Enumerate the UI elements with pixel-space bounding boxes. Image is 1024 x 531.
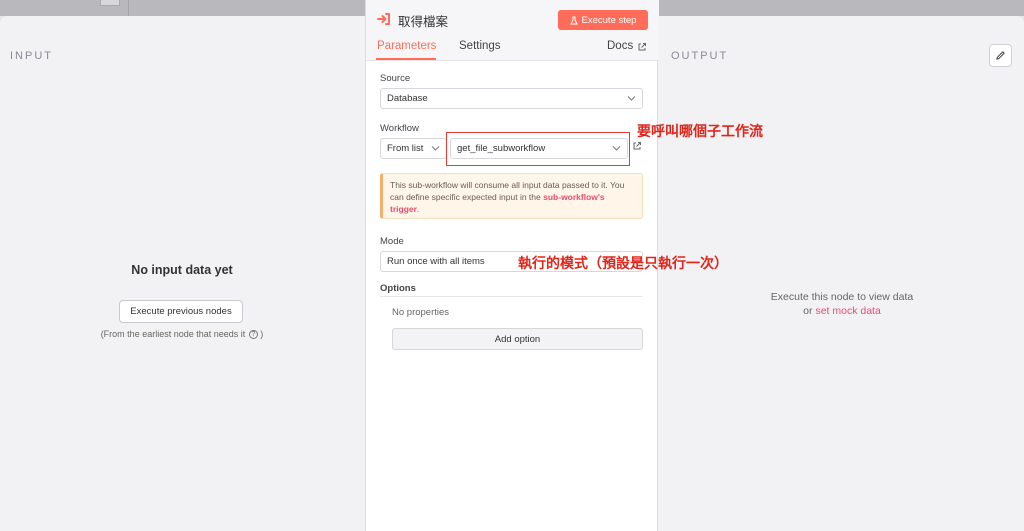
docs-label: Docs bbox=[607, 40, 634, 52]
workflow-annotation: 要呼叫哪個子工作流 bbox=[637, 124, 763, 140]
execute-step-label: Execute step bbox=[581, 14, 637, 26]
mode-annotation: 執行的模式（預設是只執行一次） bbox=[518, 256, 728, 272]
earliest-node-note: (From the earliest node that needs it ? … bbox=[0, 329, 364, 340]
mode-value: Run once with all items bbox=[387, 256, 485, 267]
chevron-down-icon bbox=[431, 146, 440, 151]
sub-workflow-notice: This sub-workflow will consume all input… bbox=[380, 173, 643, 219]
execute-step-button[interactable]: Execute step bbox=[558, 10, 648, 30]
flask-icon bbox=[569, 16, 578, 24]
output-panel-title: OUTPUT bbox=[671, 50, 729, 62]
divider bbox=[128, 0, 129, 16]
options-divider bbox=[380, 296, 643, 297]
open-workflow-icon[interactable] bbox=[632, 141, 642, 151]
workflow-mode-select[interactable]: From list bbox=[380, 138, 447, 159]
workflow-label: Workflow bbox=[380, 123, 419, 134]
earliest-note-end: ) bbox=[260, 329, 264, 339]
earliest-note-text: (From the earliest node that needs it bbox=[100, 329, 246, 339]
input-panel-title: INPUT bbox=[10, 50, 53, 62]
add-option-button[interactable]: Add option bbox=[392, 328, 643, 350]
node-title[interactable]: 取得檔案 bbox=[398, 11, 448, 30]
execute-previous-nodes-button[interactable]: Execute previous nodes bbox=[119, 300, 243, 323]
canvas-control bbox=[100, 0, 120, 6]
set-mock-data-link[interactable]: set mock data bbox=[815, 305, 880, 317]
tab-parameters[interactable]: Parameters bbox=[377, 40, 436, 52]
sub-workflow-icon bbox=[377, 13, 390, 25]
options-label: Options bbox=[380, 283, 416, 294]
tab-settings[interactable]: Settings bbox=[459, 40, 501, 52]
edit-output-button[interactable] bbox=[989, 44, 1012, 67]
no-input-message: No input data yet bbox=[131, 263, 233, 277]
source-value: Database bbox=[387, 93, 428, 104]
or-text: or bbox=[803, 305, 813, 317]
output-message-text: Execute this node to view data bbox=[770, 291, 914, 303]
source-label: Source bbox=[380, 73, 411, 84]
chevron-down-icon bbox=[627, 96, 636, 101]
node-header: 取得檔案 Execute step Parameters Settings Do… bbox=[366, 0, 659, 61]
active-tab-indicator bbox=[376, 58, 436, 60]
source-select[interactable]: Database bbox=[380, 88, 643, 109]
pencil-icon bbox=[996, 51, 1005, 60]
help-icon[interactable]: ? bbox=[248, 330, 258, 340]
output-empty-message: Execute this node to view data or set mo… bbox=[660, 290, 1024, 318]
output-mock-line: or set mock data bbox=[660, 304, 1024, 318]
no-properties-text: No properties bbox=[392, 307, 450, 318]
notice-end: . bbox=[416, 204, 420, 214]
docs-link[interactable]: Docs bbox=[607, 40, 633, 52]
annotation-highlight-box bbox=[446, 132, 630, 166]
workflow-mode-value: From list bbox=[387, 143, 424, 154]
mode-label: Mode bbox=[380, 236, 404, 247]
external-link-icon bbox=[638, 43, 646, 51]
